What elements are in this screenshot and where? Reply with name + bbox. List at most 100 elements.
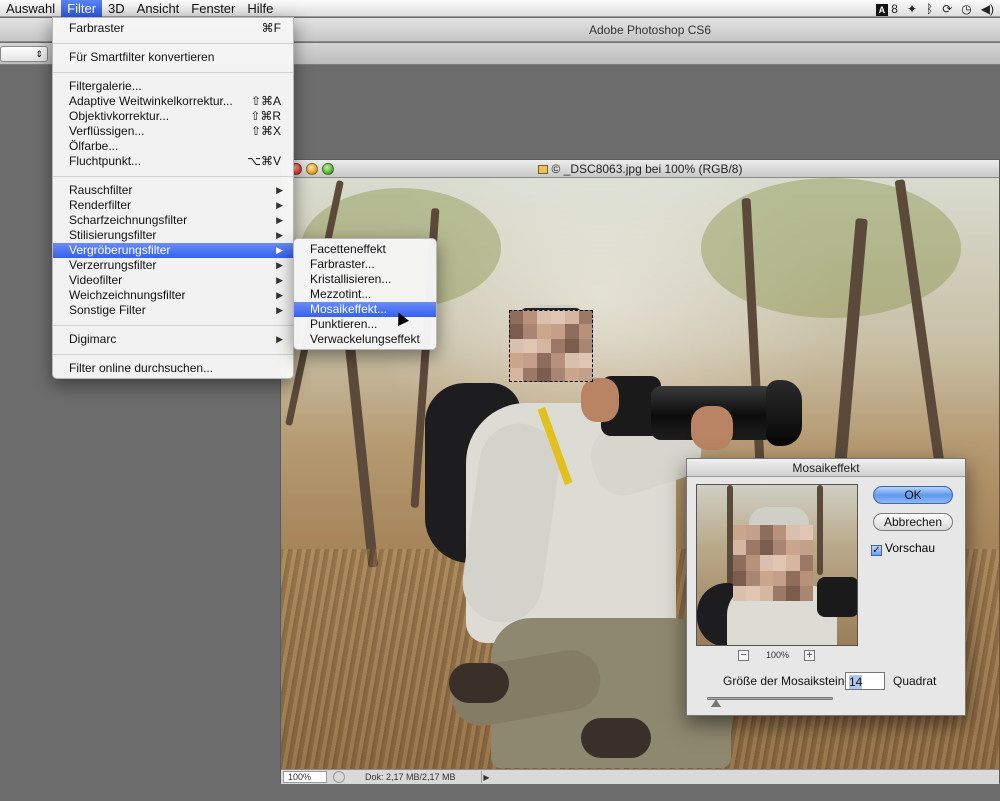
- volume-icon[interactable]: ◀): [981, 2, 994, 16]
- lion-icon[interactable]: ✦: [907, 2, 917, 16]
- app-title: Adobe Photoshop CS6: [588, 23, 712, 37]
- menu-item-verfluessigen[interactable]: Verflüssigen... ⇧⌘X: [53, 124, 293, 139]
- menu-separator: [53, 72, 293, 73]
- menu-item-videofilter[interactable]: Videofilter ▶: [53, 273, 293, 288]
- mosaic-tile: [746, 570, 760, 586]
- menu-item-sonstige-filter[interactable]: Sonstige Filter ▶: [53, 303, 293, 318]
- menu-3d[interactable]: 3D: [102, 0, 131, 17]
- submenu-item-mosaikeffekt[interactable]: Mosaikeffekt...: [294, 302, 436, 317]
- sync-icon[interactable]: ⟳: [942, 2, 952, 16]
- menu-auswahl[interactable]: Auswahl: [0, 0, 61, 17]
- menu-item-weichzeichnungsfilter[interactable]: Weichzeichnungsfilter ▶: [53, 288, 293, 303]
- mosaic-tile: [772, 585, 787, 601]
- menu-item-vergroeberungsfilter[interactable]: Vergröberungsfilter ▶: [53, 243, 293, 258]
- adobe-icon[interactable]: A 8: [875, 2, 898, 16]
- submenu-item-farbraster[interactable]: Farbraster...: [294, 257, 436, 272]
- menu-fenster[interactable]: Fenster: [185, 0, 241, 17]
- document-icon: [537, 165, 548, 174]
- mosaic-tile: [786, 525, 800, 541]
- mosaic-tile: [746, 525, 760, 541]
- cell-size-input[interactable]: 14: [845, 672, 885, 690]
- menu-item-adaptive-weitwinkel[interactable]: Adaptive Weitwinkelkorrektur... ⇧⌘A: [53, 94, 293, 109]
- menu-filter[interactable]: Filter: [61, 0, 103, 17]
- submenu-item-facetteneffekt[interactable]: Facetteneffekt: [294, 242, 436, 257]
- preview-checkbox-label: Vorschau: [885, 541, 936, 555]
- ok-button[interactable]: OK: [873, 486, 953, 504]
- chevron-updown-icon: ⇕: [35, 49, 43, 59]
- hand: [581, 378, 619, 422]
- zoom-in-button[interactable]: +: [804, 650, 815, 661]
- doc-size: Dok: 2,17 MB/2,17 MB: [365, 772, 456, 782]
- camera-body: [817, 577, 857, 617]
- preview-checkbox[interactable]: ✓ Vorschau: [871, 541, 936, 556]
- menu-item-rauschfilter[interactable]: Rauschfilter ▶: [53, 183, 293, 198]
- status-menu-arrow-icon[interactable]: ▶: [481, 771, 491, 783]
- menu-separator: [53, 325, 293, 326]
- menu-item-fluchtpunkt[interactable]: Fluchtpunkt... ⌥⌘V: [53, 154, 293, 169]
- status-info-icon[interactable]: [333, 771, 345, 783]
- mosaic-tile: [772, 555, 787, 571]
- menu-item-verzerrungsfilter[interactable]: Verzerrungsfilter ▶: [53, 258, 293, 273]
- tree-foliage: [701, 178, 961, 318]
- menu-item-smartfilter[interactable]: Für Smartfilter konvertieren: [53, 50, 293, 65]
- slider-thumb[interactable]: [710, 699, 721, 707]
- minimize-window-button[interactable]: [306, 163, 318, 175]
- time-machine-icon[interactable]: ◷: [961, 2, 971, 16]
- zoom-window-button[interactable]: [322, 163, 334, 175]
- menu-item-scharfzeichnungsfilter[interactable]: Scharfzeichnungsfilter ▶: [53, 213, 293, 228]
- menu-ansicht[interactable]: Ansicht: [131, 0, 186, 17]
- filter-preview[interactable]: [696, 484, 858, 646]
- boot: [449, 663, 509, 703]
- submenu-arrow-icon: ▶: [276, 185, 283, 195]
- checkmark-icon: ✓: [871, 545, 882, 556]
- bluetooth-icon[interactable]: ᛒ: [926, 2, 933, 16]
- menu-item-farbraster[interactable]: Farbraster ⌘F: [53, 21, 293, 36]
- mosaic-tile: [759, 525, 773, 541]
- zoom-field[interactable]: 100%: [283, 771, 327, 783]
- mosaic-tile: [799, 525, 813, 541]
- menu-hilfe[interactable]: Hilfe: [241, 0, 279, 17]
- mosaic-tile: [799, 540, 813, 556]
- menu-item-renderfilter[interactable]: Renderfilter ▶: [53, 198, 293, 213]
- cell-size-unit: Quadrat: [893, 674, 937, 688]
- menu-item-filtergalerie[interactable]: Filtergalerie...: [53, 79, 293, 94]
- menu-item-digimarc[interactable]: Digimarc ▶: [53, 332, 293, 347]
- menu-item-stilisierungsfilter[interactable]: Stilisierungsfilter ▶: [53, 228, 293, 243]
- menu-item-filter-online[interactable]: Filter online durchsuchen...: [53, 361, 293, 376]
- tree-trunk: [817, 485, 823, 575]
- cell-size-label: Größe der Mosaiksteine:: [723, 674, 855, 688]
- menu-separator: [53, 43, 293, 44]
- hand: [691, 406, 733, 450]
- submenu-arrow-icon: ▶: [276, 200, 283, 210]
- filter-menu: Farbraster ⌘F Für Smartfilter konvertiere…: [52, 17, 294, 379]
- mosaic-tile: [786, 585, 800, 601]
- mosaic-tile: [733, 555, 747, 571]
- mosaic-tile: [733, 525, 747, 541]
- mosaic-tile: [799, 585, 813, 601]
- mosaic-tile: [759, 585, 773, 601]
- tool-preset-picker[interactable]: ⇕: [0, 46, 48, 62]
- menu-item-objektivkorrektur[interactable]: Objektivkorrektur... ⇧⌘R: [53, 109, 293, 124]
- zoom-out-button[interactable]: −: [738, 650, 749, 661]
- cell-size-slider[interactable]: [707, 697, 833, 707]
- selection-marquee[interactable]: [509, 310, 593, 382]
- submenu-item-kristallisieren[interactable]: Kristallisieren...: [294, 272, 436, 287]
- submenu-arrow-icon: ▶: [276, 334, 283, 344]
- submenu-arrow-icon: ▶: [276, 275, 283, 285]
- mosaic-tile: [786, 555, 800, 571]
- submenu-item-verwackelungseffekt[interactable]: Verwackelungseffekt: [294, 332, 436, 347]
- submenu-arrow-icon: ▶: [276, 245, 283, 255]
- dialog-title[interactable]: Mosaikeffekt: [687, 459, 965, 477]
- mosaikeffekt-dialog: Mosaikeffekt − 100% + OK Abbrechen ✓ Vors…: [686, 458, 966, 716]
- menu-separator: [53, 354, 293, 355]
- mosaic-tile: [759, 555, 773, 571]
- submenu-item-punktieren[interactable]: Punktieren...: [294, 317, 436, 332]
- cancel-button[interactable]: Abbrechen: [873, 513, 953, 531]
- document-title-bar[interactable]: © _DSC8063.jpg bei 100% (RGB/8): [281, 160, 999, 178]
- submenu-item-mezzotint[interactable]: Mezzotint...: [294, 287, 436, 302]
- submenu-arrow-icon: ▶: [276, 290, 283, 300]
- mosaic-tile: [786, 570, 800, 586]
- mosaic-tile: [746, 555, 760, 571]
- mosaic-tile: [772, 540, 787, 556]
- menu-item-oelfarbe[interactable]: Ölfarbe...: [53, 139, 293, 154]
